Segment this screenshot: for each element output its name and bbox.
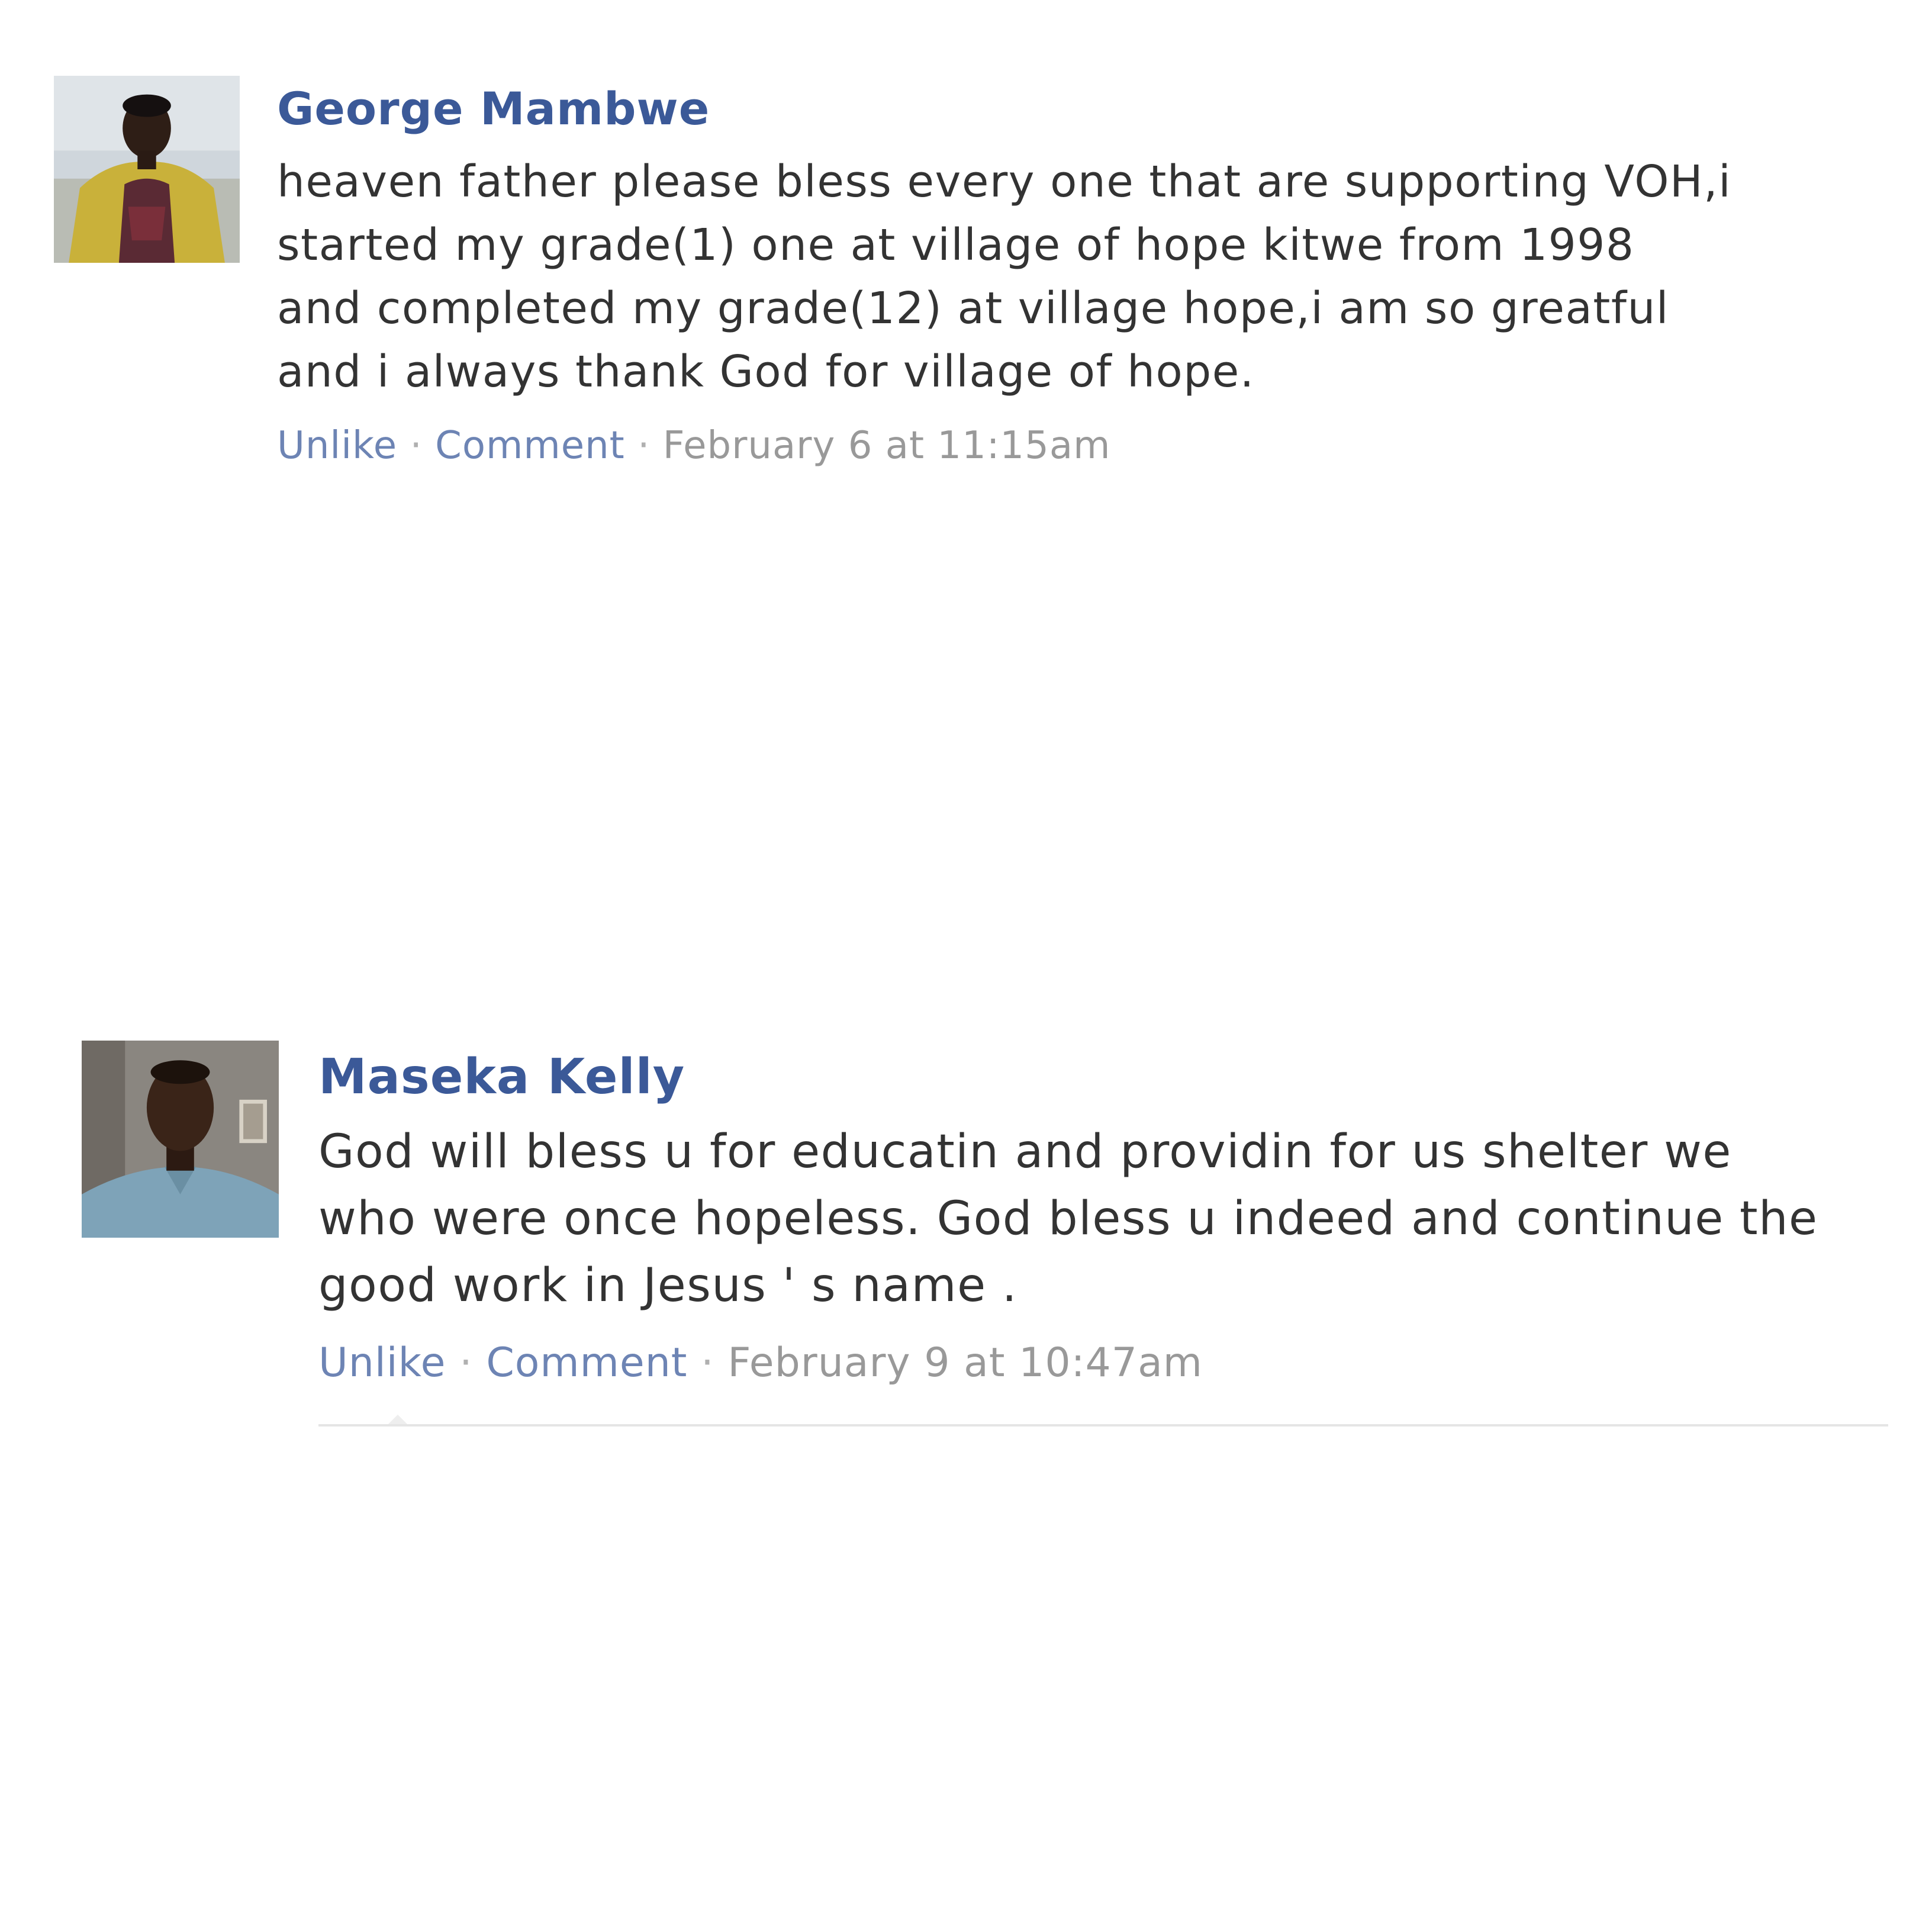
comment-actions: Unlike · Comment · February 9 at 10:47am bbox=[318, 1335, 1818, 1392]
comment-body: Maseka Kelly God will bless u for educat… bbox=[318, 1042, 1818, 1392]
separator: · bbox=[410, 424, 436, 468]
comment-text-line: and i always thank God for village of ho… bbox=[277, 346, 1255, 397]
separator: · bbox=[459, 1339, 487, 1386]
timestamp[interactable]: February 9 at 10:47am bbox=[727, 1339, 1203, 1386]
separator: · bbox=[637, 424, 663, 468]
comment-text: heaven father please bless every one tha… bbox=[277, 150, 1731, 404]
comment-actions: Unlike · Comment · February 6 at 11:15am bbox=[277, 419, 1731, 472]
author-name-link[interactable]: Maseka Kelly bbox=[318, 1042, 1818, 1113]
comment-text-line: good work in Jesus ' s name . bbox=[318, 1259, 1018, 1312]
profile-photo-icon bbox=[82, 1041, 279, 1238]
comment-text-line: God will bless u for educatin and provid… bbox=[318, 1125, 1732, 1178]
comment-link[interactable]: Comment bbox=[435, 424, 625, 468]
unlike-link[interactable]: Unlike bbox=[318, 1339, 446, 1386]
comment-text-line: who were once hopeless. God bless u inde… bbox=[318, 1192, 1818, 1245]
avatar[interactable] bbox=[54, 76, 240, 263]
comment-text: God will bless u for educatin and provid… bbox=[318, 1119, 1818, 1319]
comment-text-line: and completed my grade(12) at village ho… bbox=[277, 283, 1669, 334]
avatar[interactable] bbox=[82, 1041, 279, 1238]
comment-text-line: started my grade(1) one at village of ho… bbox=[277, 220, 1635, 271]
divider bbox=[318, 1424, 1888, 1427]
author-name-link[interactable]: George Mambwe bbox=[277, 76, 1731, 142]
comment-link[interactable]: Comment bbox=[486, 1339, 687, 1386]
timestamp[interactable]: February 6 at 11:15am bbox=[663, 424, 1111, 468]
unlike-link[interactable]: Unlike bbox=[277, 424, 397, 468]
separator: · bbox=[701, 1339, 728, 1386]
comment-body: George Mambwe heaven father please bless… bbox=[277, 76, 1731, 472]
profile-photo-icon bbox=[54, 76, 240, 263]
comment-text-line: heaven father please bless every one tha… bbox=[277, 156, 1732, 207]
